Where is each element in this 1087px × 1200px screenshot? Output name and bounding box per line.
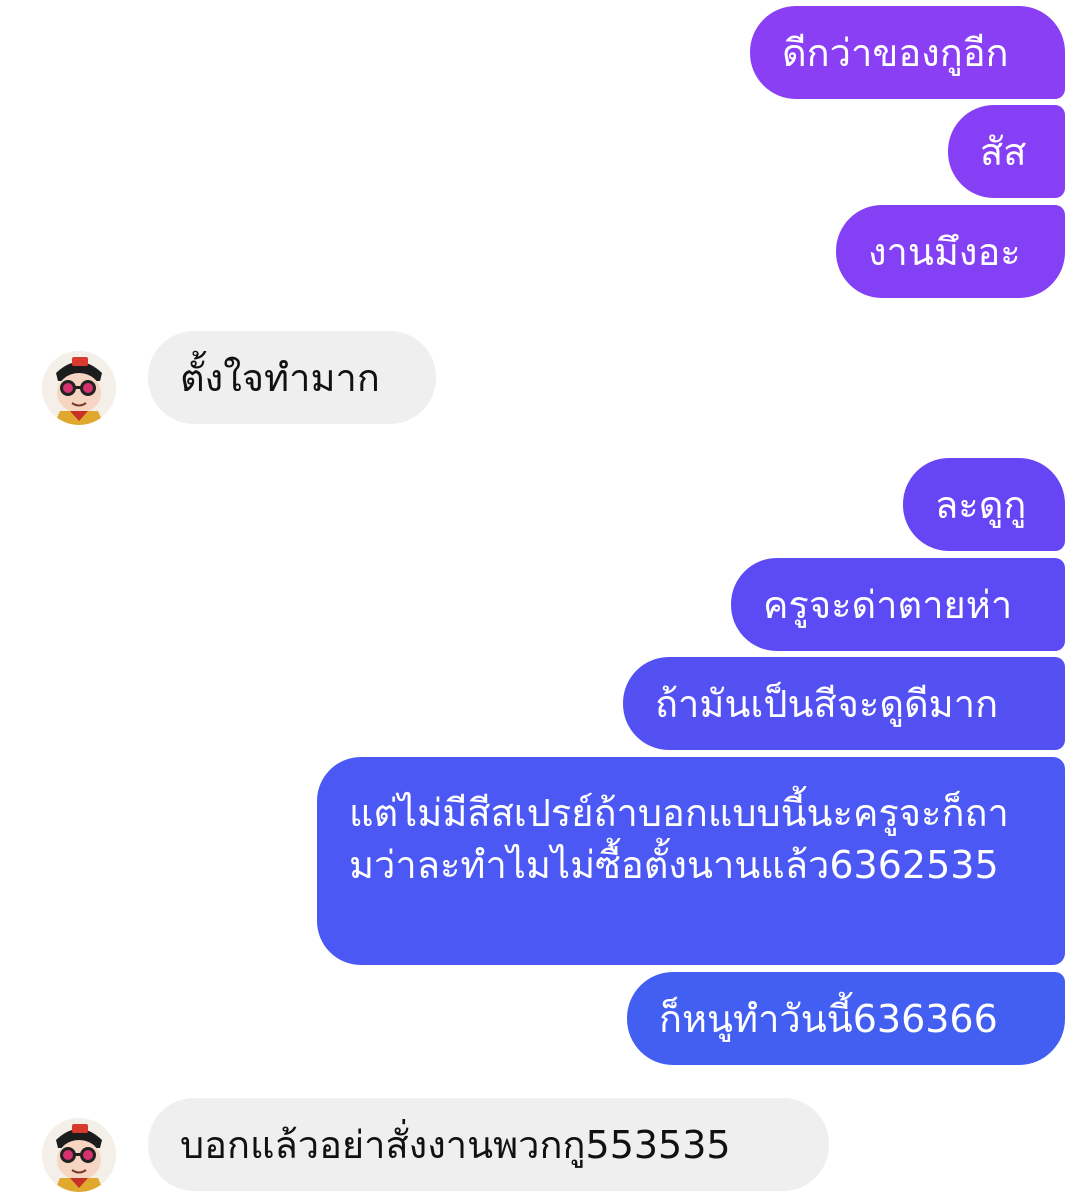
cartoon-avatar-sunglasses-icon [42, 1118, 116, 1192]
message-text: ก็หนูทำวันนี้636366 [659, 996, 998, 1041]
avatar[interactable] [42, 1118, 116, 1192]
message-text: แต่ไม่มีสีสเปรย์ถ้าบอกแบบนี้นะครูจะก็ถาม… [349, 791, 1009, 887]
outgoing-message[interactable]: ก็หนูทำวันนี้636366 [627, 972, 1065, 1065]
cartoon-avatar-sunglasses-icon [42, 351, 116, 425]
message-text: ครูจะด่าตายห่า [763, 582, 1013, 627]
outgoing-message[interactable]: ดีกว่าของกูอีก [750, 6, 1065, 99]
message-text: ตั้งใจทำมาก [180, 355, 380, 400]
message-text: ดีกว่าของกูอีก [782, 30, 1009, 75]
outgoing-message[interactable]: แต่ไม่มีสีสเปรย์ถ้าบอกแบบนี้นะครูจะก็ถาม… [317, 757, 1065, 965]
outgoing-message[interactable]: งานมึงอะ [836, 205, 1065, 298]
outgoing-message[interactable]: ละดูกู [903, 458, 1065, 551]
incoming-message[interactable]: ตั้งใจทำมาก [148, 331, 436, 424]
message-text: งานมึงอะ [868, 229, 1021, 274]
message-text: บอกแล้วอย่าสั่งงานพวกกู553535 [180, 1122, 731, 1167]
outgoing-message[interactable]: ถ้ามันเป็นสีจะดูดีมาก [623, 657, 1065, 750]
message-text: ถ้ามันเป็นสีจะดูดีมาก [655, 681, 999, 726]
incoming-message[interactable]: บอกแล้วอย่าสั่งงานพวกกู553535 [148, 1098, 829, 1191]
outgoing-message[interactable]: ครูจะด่าตายห่า [731, 558, 1065, 651]
message-text: สัส [980, 129, 1027, 174]
avatar[interactable] [42, 351, 116, 425]
outgoing-message[interactable]: สัส [948, 105, 1065, 198]
message-text: ละดูกู [935, 482, 1027, 527]
